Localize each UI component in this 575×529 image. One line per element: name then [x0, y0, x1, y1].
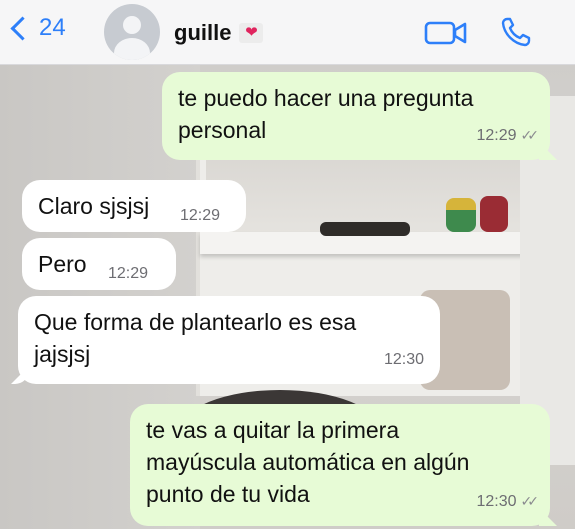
message-incoming[interactable]: Pero 12:29	[22, 238, 176, 290]
message-time: 12:30	[383, 351, 424, 368]
contact-name: guille	[174, 20, 232, 45]
message-text: Claro sjsjsj	[38, 193, 150, 219]
back-button[interactable]: 24	[8, 14, 66, 42]
chevron-left-icon	[10, 15, 35, 41]
message-outgoing[interactable]: te puedo hacer una pregunta personal 12:…	[162, 72, 550, 160]
message-meta: 12:29 ✓✓	[476, 116, 540, 152]
chat-header: 24 guille ❤	[0, 0, 575, 65]
message-meta: 12:30 ✓✓	[476, 482, 540, 518]
message-outgoing[interactable]: te vas a quitar la primera mayúscula aut…	[130, 404, 550, 526]
wallpaper-jar	[446, 198, 476, 232]
wallpaper-jar	[480, 196, 508, 232]
message-text: Pero	[38, 251, 87, 277]
read-ticks-icon: ✓✓	[520, 493, 540, 509]
avatar[interactable]	[104, 4, 160, 60]
avatar-head-shape	[123, 16, 141, 34]
contact-title[interactable]: guille ❤	[174, 20, 264, 46]
message-incoming[interactable]: Claro sjsjsj 12:29	[22, 180, 246, 232]
message-text: te vas a quitar la primera mayúscula aut…	[146, 417, 470, 507]
heart-envelope-icon: ❤	[239, 23, 264, 43]
message-time: 12:29	[476, 127, 517, 144]
avatar-body-shape	[114, 38, 150, 60]
message-incoming[interactable]: Que forma de plantearlo es esa jajsjsj 1…	[18, 296, 440, 384]
message-text: Que forma de plantearlo es esa jajsjsj	[34, 309, 357, 367]
unread-count: 24	[39, 14, 66, 41]
phone-icon[interactable]	[500, 16, 532, 48]
wallpaper-object	[320, 222, 410, 236]
message-time: 12:29	[180, 207, 221, 224]
read-ticks-icon: ✓✓	[520, 127, 540, 143]
message-time: 12:29	[108, 265, 149, 282]
message-text: te puedo hacer una pregunta personal	[178, 85, 474, 143]
video-camera-icon[interactable]	[424, 20, 468, 46]
message-time: 12:30	[476, 493, 517, 510]
